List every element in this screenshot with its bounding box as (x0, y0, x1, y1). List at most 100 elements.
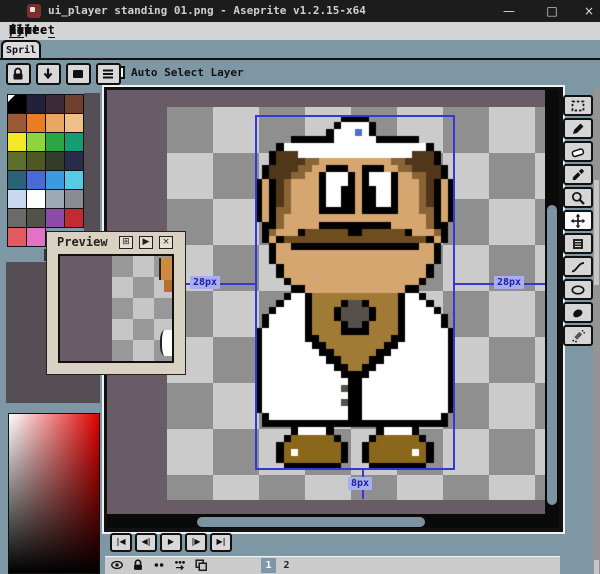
palette-swatch[interactable] (46, 133, 64, 151)
arrow-down-icon (40, 66, 56, 82)
preview-sprite-fragment (164, 280, 172, 292)
minimize-button[interactable]: — (494, 0, 524, 22)
play-animation-button[interactable]: ▶ (160, 533, 182, 552)
titlebar[interactable]: ui_player standing 01.png - Aseprite v1.… (0, 0, 600, 22)
close-button[interactable]: × (574, 0, 600, 22)
palette-swatch[interactable] (8, 133, 26, 151)
tab-bar: ⌂Hui_sui×ui_rui_rSpriSpripreiui_gui_gSpr… (0, 40, 600, 60)
palette-swatch[interactable] (46, 114, 64, 132)
tool-zoom[interactable] (563, 187, 593, 208)
arrow-down-button[interactable] (36, 63, 61, 85)
palette-swatch[interactable] (65, 190, 83, 208)
contour-icon (570, 305, 586, 321)
preview-content (60, 256, 172, 361)
palette-swatch[interactable] (8, 190, 26, 208)
palette-swatch[interactable] (27, 228, 45, 246)
palette-swatch[interactable] (65, 209, 83, 227)
tool-slice[interactable] (563, 233, 593, 254)
first-frame-button[interactable]: |◀ (110, 533, 132, 552)
color-gradient-picker[interactable] (8, 413, 100, 574)
prev-frame-button[interactable]: ◀| (135, 533, 157, 552)
window-edge-scrollbar[interactable] (593, 88, 600, 574)
preview-sprite-fragment (160, 330, 172, 356)
preview-title: Preview (57, 235, 108, 249)
last-frame-button[interactable]: ▶| (210, 533, 232, 552)
palette-swatch[interactable] (27, 95, 45, 113)
palette-swatch[interactable] (65, 133, 83, 151)
palette-swatch[interactable] (27, 133, 45, 151)
tool-eraser[interactable] (563, 141, 593, 162)
frame-cell-1[interactable]: 1 (261, 558, 276, 573)
maximize-button[interactable]: □ (537, 0, 567, 22)
rectangular-marquee-icon (570, 98, 586, 114)
onion-skin-icon (173, 558, 187, 572)
palette-swatch[interactable] (65, 114, 83, 132)
next-frame-button[interactable]: |▶ (185, 533, 207, 552)
frame-cell-2[interactable]: 2 (279, 558, 294, 573)
lock-icon (10, 66, 26, 82)
aseprite-window: ui_player standing 01.png - Aseprite v1.… (0, 0, 600, 574)
palette-swatch[interactable] (27, 114, 45, 132)
tool-contour[interactable] (563, 302, 593, 323)
palette-swatch[interactable] (65, 95, 83, 113)
cels-icon (152, 558, 166, 572)
palette-swatch[interactable] (8, 209, 26, 227)
slice-icon (570, 236, 586, 252)
palette-swatch[interactable] (46, 95, 64, 113)
tool-curve[interactable] (563, 256, 593, 277)
palette-swatch[interactable] (46, 209, 64, 227)
lock-button[interactable] (6, 63, 31, 85)
edge-scrollbar-thumb[interactable] (594, 180, 599, 285)
tool-move[interactable] (563, 210, 593, 231)
layer-button[interactable] (66, 63, 91, 85)
edge-scrollbar-thumb[interactable] (594, 560, 599, 574)
tool-ellipse[interactable] (563, 279, 593, 300)
palette-swatch[interactable] (65, 171, 83, 189)
palette-swatch[interactable] (46, 171, 64, 189)
preview-center-view-button[interactable]: ⊞ (119, 236, 133, 249)
palette-swatch[interactable] (27, 152, 45, 170)
horizontal-scrollbar-thumb[interactable] (197, 517, 425, 527)
tool-spray[interactable] (563, 325, 593, 346)
ellipse-icon (570, 282, 586, 298)
palette-swatch[interactable] (65, 152, 83, 170)
curve-icon (570, 259, 586, 275)
vertical-scrollbar-thumb[interactable] (547, 205, 557, 505)
preview-window[interactable]: Preview ⊞ ▶ × (46, 231, 186, 375)
palette-swatch[interactable] (46, 190, 64, 208)
timeline-eye-toggle[interactable] (110, 558, 125, 572)
preview-close-button[interactable]: × (159, 236, 173, 249)
menu-button[interactable] (96, 63, 121, 85)
palette-swatch[interactable] (27, 190, 45, 208)
preview-play-button[interactable]: ▶ (139, 236, 153, 249)
timeline-onion-skin-toggle[interactable] (173, 558, 188, 572)
slice-label-bottom: 8px (348, 477, 372, 490)
palette-swatch[interactable] (27, 209, 45, 227)
palette-swatch[interactable] (46, 152, 64, 170)
timeline-lock-toggle[interactable] (131, 558, 146, 572)
palette-swatch[interactable] (8, 152, 26, 170)
palette-swatch[interactable] (27, 171, 45, 189)
timeline-cels-toggle[interactable] (152, 558, 167, 572)
tool-pencil[interactable] (563, 118, 593, 139)
spray-icon (570, 328, 586, 344)
menubar: FileEditSpriteLayerFrameSelectViewHelp (0, 22, 600, 40)
aseprite-app-icon (27, 4, 41, 18)
tab-Spril[interactable]: Spril (1, 40, 41, 59)
timeline-frames-toggle[interactable] (194, 558, 209, 572)
palette-swatch[interactable] (8, 95, 26, 113)
palette-swatch[interactable] (8, 114, 26, 132)
selection-rectangle (255, 115, 455, 470)
palette-swatch[interactable] (8, 171, 26, 189)
tool-eyedropper[interactable] (563, 164, 593, 185)
auto-select-label[interactable]: Auto Select Layer (131, 66, 244, 79)
layer-icon (70, 66, 86, 82)
window-title: ui_player standing 01.png - Aseprite v1.… (48, 4, 366, 17)
eye-icon (110, 558, 124, 572)
tool-rectangular-marquee[interactable] (563, 95, 593, 116)
menu-help[interactable]: Help (9, 23, 32, 37)
palette-swatch[interactable] (8, 228, 26, 246)
zoom-icon (570, 190, 586, 206)
eyedropper-icon (570, 167, 586, 183)
tabbar-underline (0, 58, 600, 60)
